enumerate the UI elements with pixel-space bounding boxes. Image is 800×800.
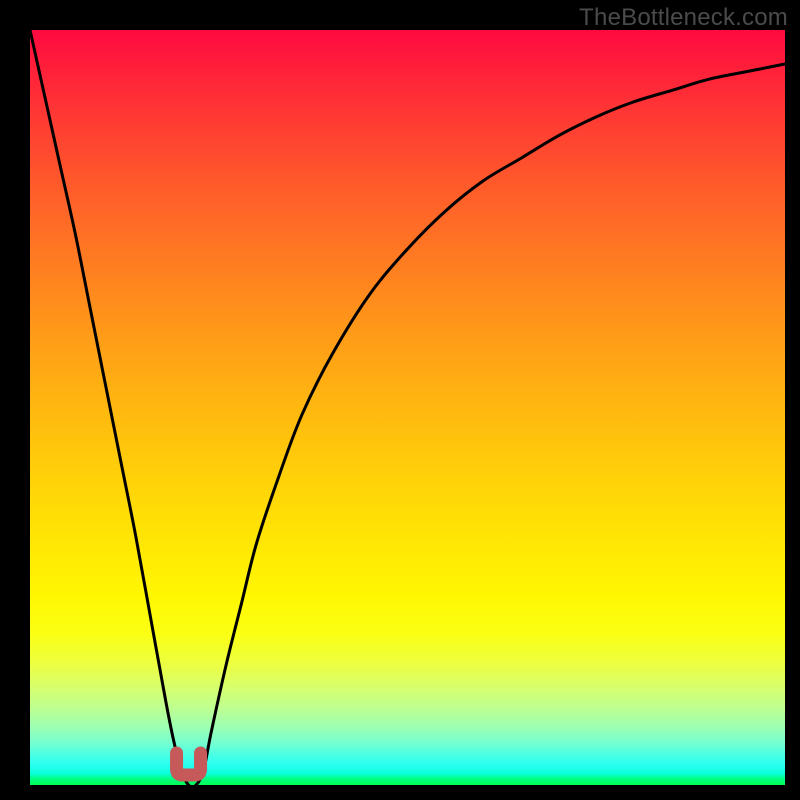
curve-layer (30, 30, 785, 785)
plot-area (30, 30, 785, 785)
bottleneck-curve (30, 30, 785, 785)
watermark-text: TheBottleneck.com (579, 4, 788, 32)
min-marker (177, 753, 201, 775)
chart-frame: TheBottleneck.com (0, 0, 800, 800)
